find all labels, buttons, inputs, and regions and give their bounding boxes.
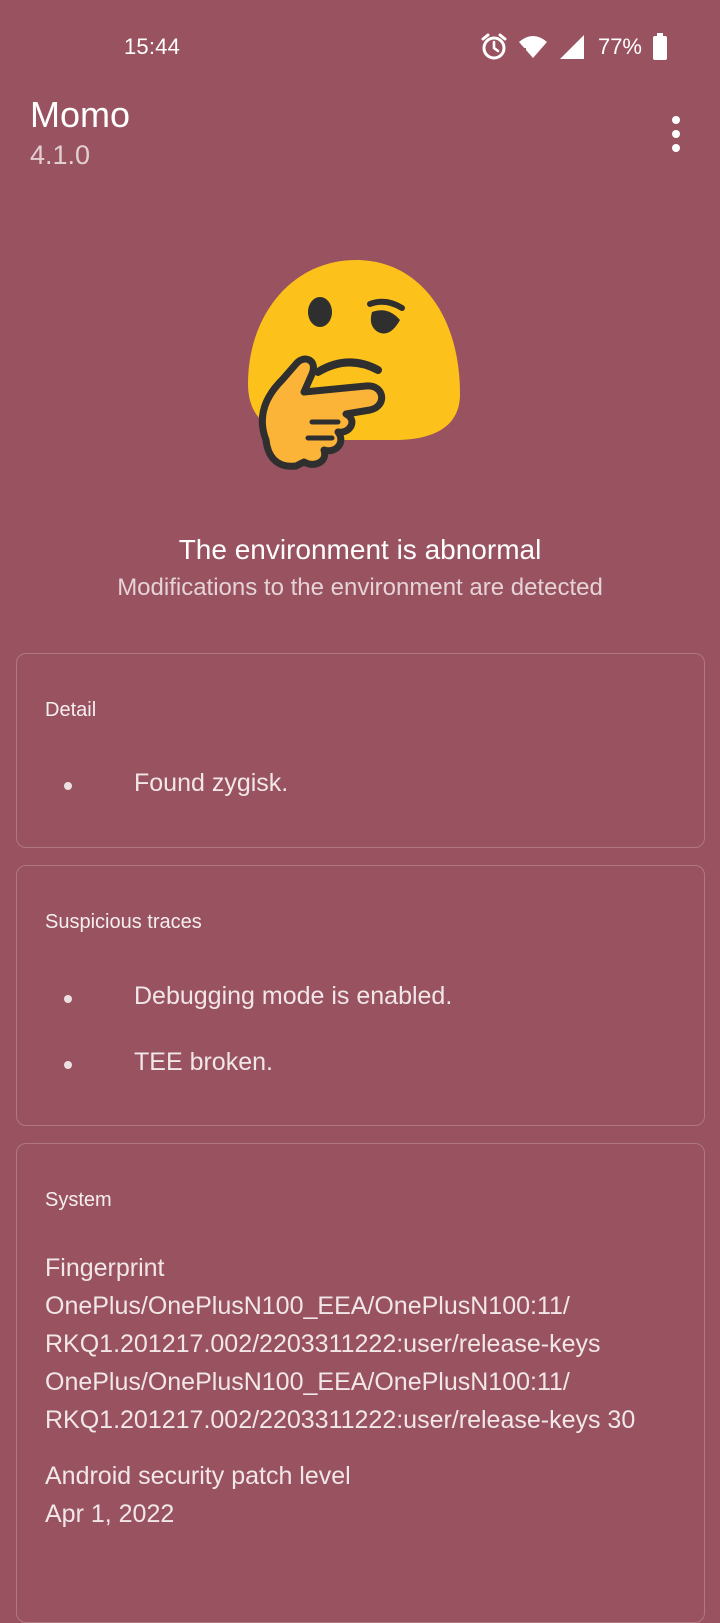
fingerprint-value-line: OnePlus/OnePlusN100_EEA/OnePlusN100:11/ xyxy=(45,1368,570,1396)
environment-status-subtitle: Modifications to the environment are det… xyxy=(117,574,603,601)
list-item: Found zygisk. xyxy=(17,769,704,809)
environment-status-title: The environment is abnormal xyxy=(178,534,542,565)
alarm-icon xyxy=(481,33,507,60)
status-bar: 15:44 77% xyxy=(0,0,720,96)
suspicious-item-text: TEE broken. xyxy=(134,1048,273,1076)
signal-icon xyxy=(559,35,584,59)
battery-percentage: 77% xyxy=(597,34,642,59)
status-time: 15:44 xyxy=(124,34,181,59)
battery-icon xyxy=(653,33,667,60)
list-item: Debugging mode is enabled. xyxy=(17,982,704,1022)
bullet-icon xyxy=(64,995,72,1003)
detail-card-title: Detail xyxy=(45,699,97,721)
list-item: TEE broken. xyxy=(17,1048,704,1088)
bullet-icon xyxy=(64,1061,72,1069)
system-card-title: System xyxy=(45,1189,112,1211)
fingerprint-label: Fingerprint xyxy=(45,1254,165,1282)
detail-card: Detail Found zygisk. xyxy=(16,653,705,848)
fingerprint-value-line: OnePlus/OnePlusN100_EEA/OnePlusN100:11/ xyxy=(45,1292,570,1320)
fingerprint-value-line: RKQ1.201217.002/2203311222:user/release-… xyxy=(45,1330,601,1358)
suspicious-item-text: Debugging mode is enabled. xyxy=(134,982,453,1010)
security-patch-value: Apr 1, 2022 xyxy=(45,1500,175,1528)
system-card: System Fingerprint OnePlus/OnePlusN100_E… xyxy=(16,1143,705,1623)
app-title: Momo xyxy=(30,94,131,135)
more-options-button[interactable] xyxy=(656,108,696,160)
app-version: 4.1.0 xyxy=(30,140,91,170)
suspicious-card-title: Suspicious traces xyxy=(45,911,202,933)
wifi-icon xyxy=(518,36,547,58)
security-patch-label: Android security patch level xyxy=(45,1462,351,1490)
status-icons: 77% xyxy=(480,30,668,64)
detail-item-text: Found zygisk. xyxy=(134,769,289,797)
suspicious-traces-card: Suspicious traces Debugging mode is enab… xyxy=(16,865,705,1126)
fingerprint-value-line: RKQ1.201217.002/2203311222:user/release-… xyxy=(45,1406,636,1434)
app-bar: Momo 4.1.0 xyxy=(0,90,720,190)
more-vert-icon xyxy=(672,116,680,124)
bullet-icon xyxy=(64,782,72,790)
thinking-face-emoji xyxy=(248,260,460,470)
